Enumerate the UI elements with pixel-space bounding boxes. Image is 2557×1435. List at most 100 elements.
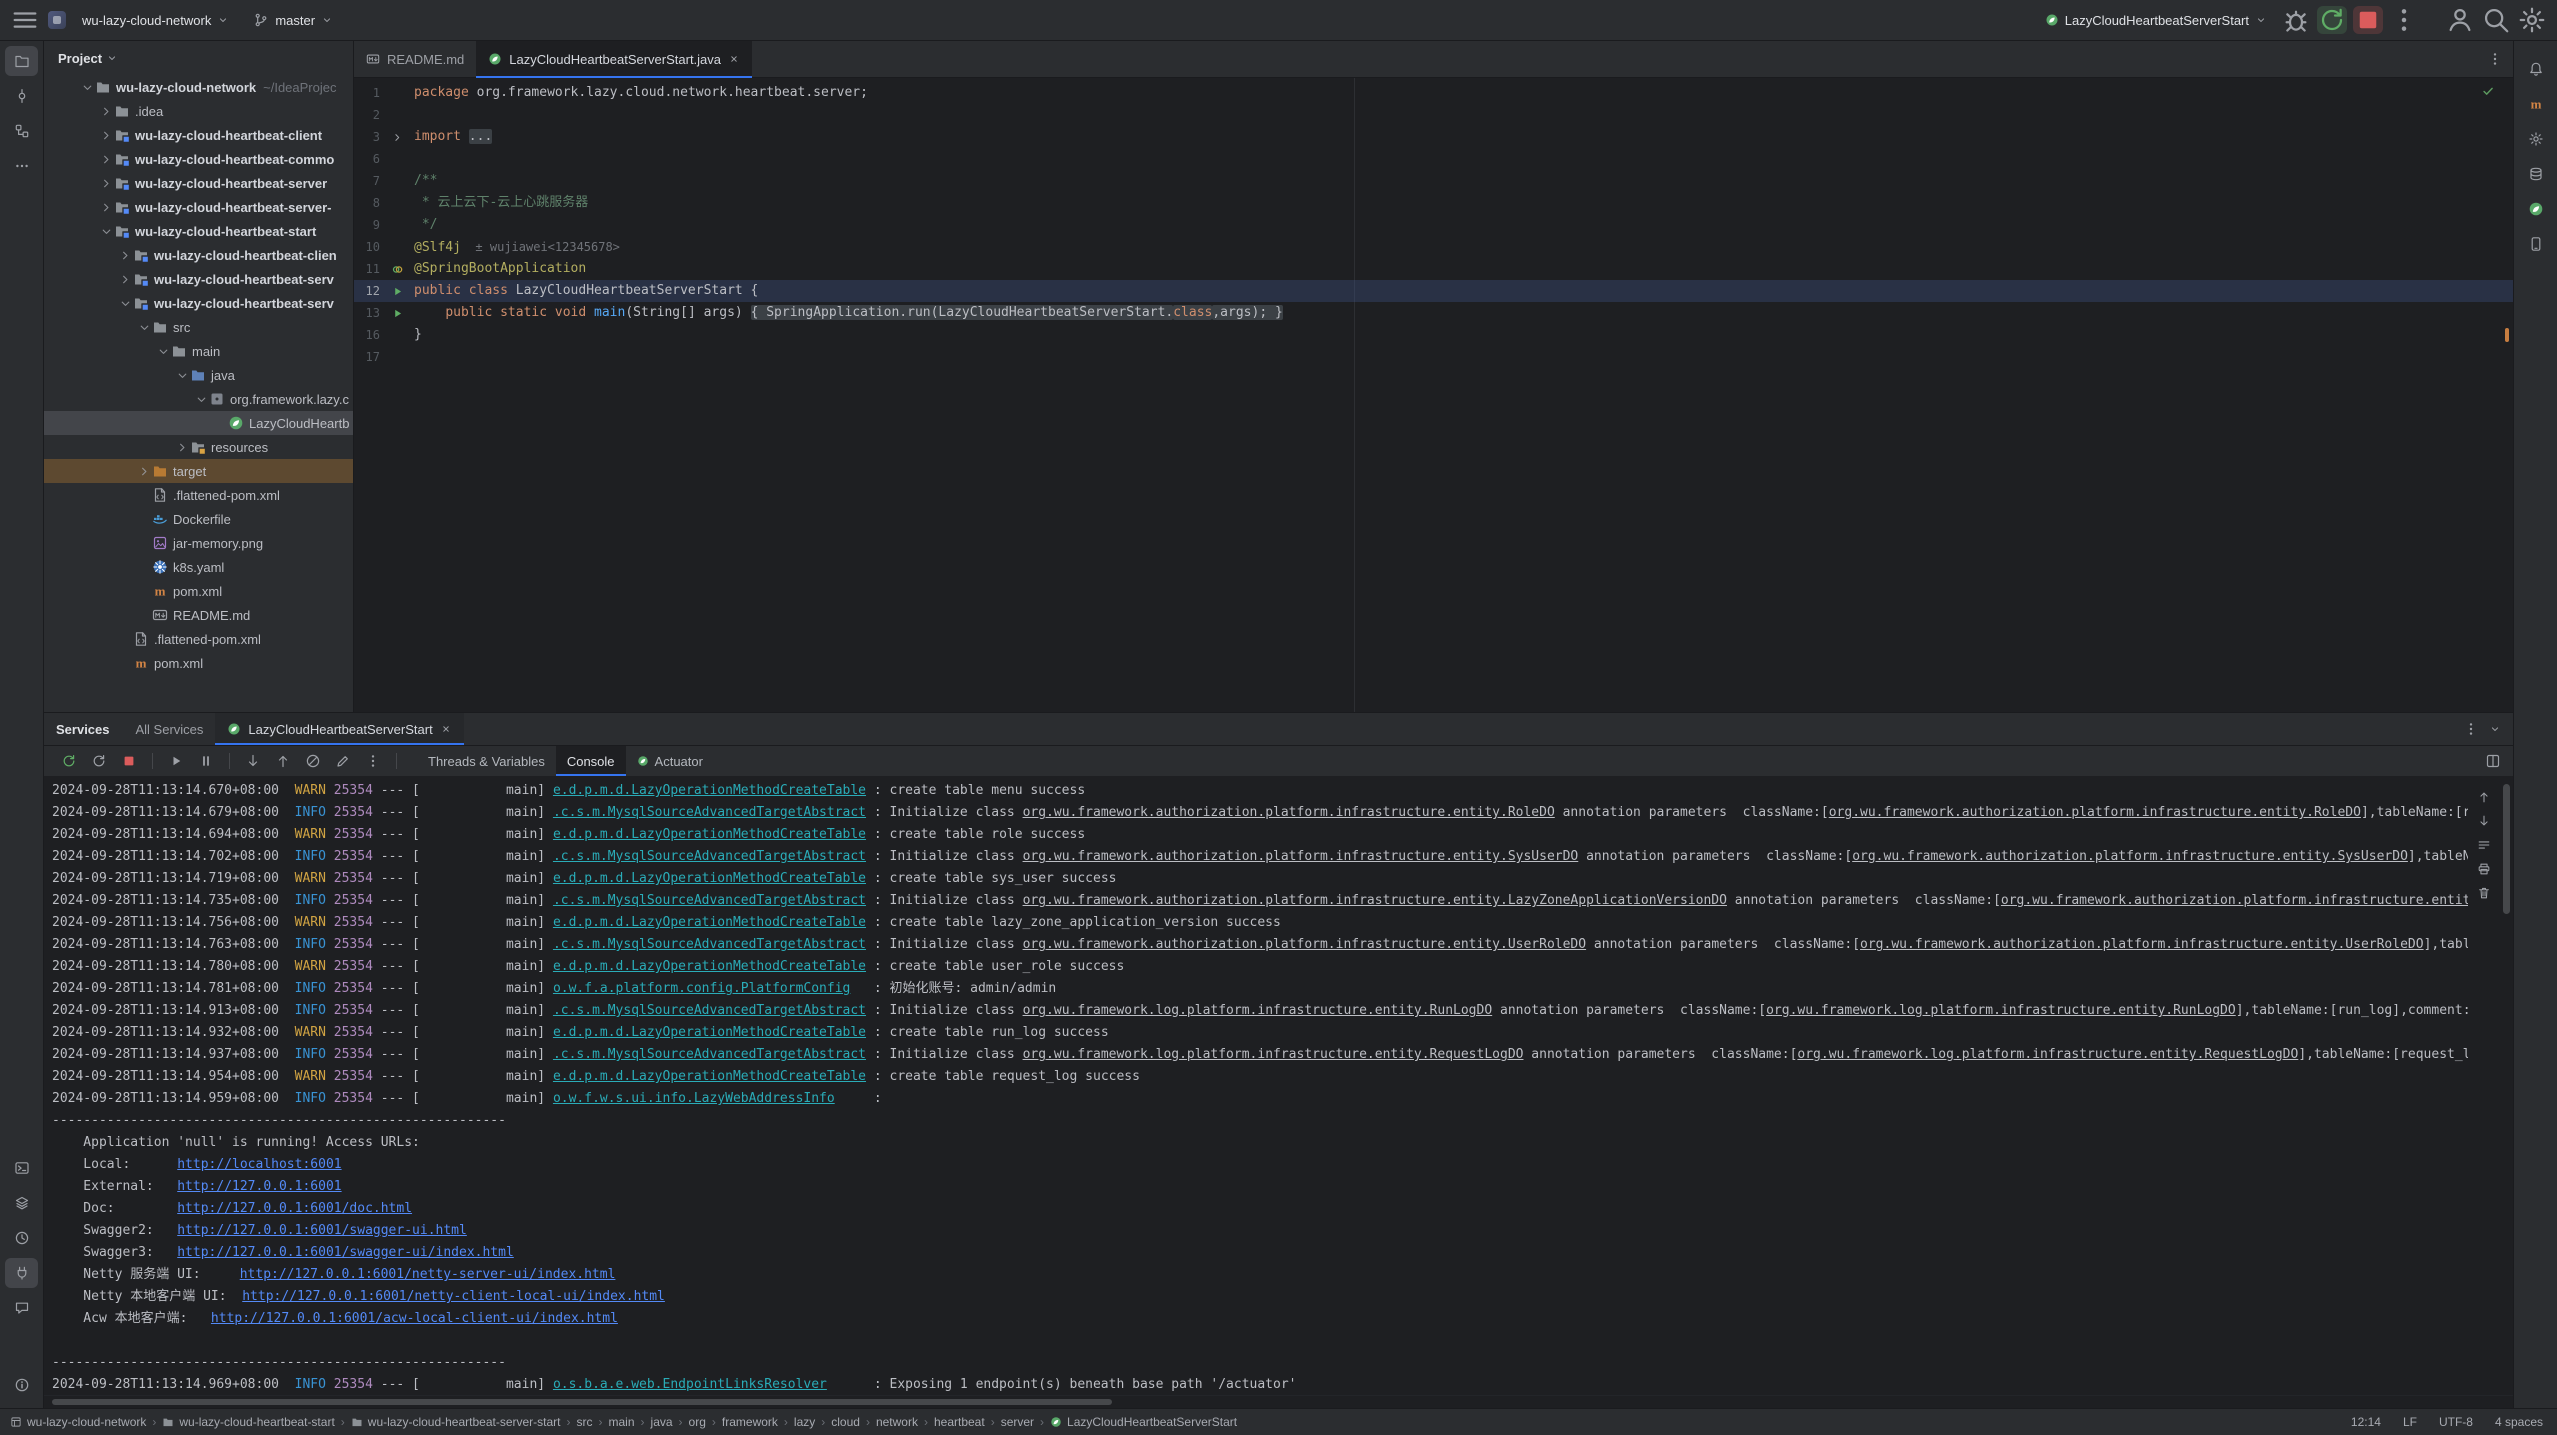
- account-button[interactable]: [2445, 6, 2475, 34]
- tree-item[interactable]: wu-lazy-cloud-heartbeat-server: [44, 171, 353, 195]
- maven-tool-button[interactable]: m: [2519, 89, 2552, 119]
- console-link[interactable]: http://127.0.0.1:6001/acw-local-client-u…: [211, 1311, 618, 1326]
- code-line[interactable]: 3import ...: [354, 126, 2513, 148]
- code-line[interactable]: 6: [354, 148, 2513, 170]
- logger-link[interactable]: .c.s.m.MysqlSourceAdvancedTargetAbstract: [553, 893, 866, 908]
- breadcrumb-item[interactable]: main: [609, 1415, 635, 1429]
- run-console[interactable]: 2024-09-28T11:13:14.670+08:00 WARN 25354…: [44, 776, 2513, 1395]
- chevron-down-icon[interactable]: [156, 344, 171, 359]
- move-down-button[interactable]: [240, 749, 266, 773]
- soft-wrap-icon[interactable]: [2477, 838, 2491, 852]
- chevron-down-icon[interactable]: [175, 368, 190, 383]
- more-button[interactable]: [360, 749, 386, 773]
- project-tool-button[interactable]: [5, 46, 38, 76]
- clear-icon[interactable]: [2477, 886, 2491, 900]
- logger-link[interactable]: e.d.p.m.d.LazyOperationMethodCreateTable: [553, 959, 866, 974]
- breadcrumb-item[interactable]: network: [876, 1415, 918, 1429]
- chevron-down-icon[interactable]: [99, 224, 114, 239]
- console-link[interactable]: http://127.0.0.1:6001/swagger-ui/index.h…: [177, 1245, 514, 1260]
- console-vertical-scrollbar[interactable]: [2503, 784, 2510, 914]
- tree-item[interactable]: Dockerfile: [44, 507, 353, 531]
- breadcrumb-item[interactable]: java: [651, 1415, 673, 1429]
- editor-tab-options-icon[interactable]: [2487, 51, 2503, 67]
- tree-item[interactable]: README.md: [44, 603, 353, 627]
- breadcrumb-item[interactable]: wu-lazy-cloud-heartbeat-start: [162, 1415, 334, 1429]
- stop-button[interactable]: [116, 749, 142, 773]
- tree-item[interactable]: k8s.yaml: [44, 555, 353, 579]
- tree-item[interactable]: jar-memory.png: [44, 531, 353, 555]
- device-tool-button[interactable]: [2519, 229, 2552, 259]
- profiler-tool-button[interactable]: [5, 1223, 38, 1253]
- run-more-options-button[interactable]: [2389, 6, 2419, 34]
- console-link[interactable]: http://127.0.0.1:6001/netty-client-local…: [242, 1289, 665, 1304]
- project-avatar[interactable]: [48, 11, 66, 29]
- settings-button[interactable]: [2517, 6, 2547, 34]
- code-line[interactable]: 10@Slf4j ± wujiawei<12345678>: [354, 236, 2513, 258]
- code-line[interactable]: 1package org.framework.lazy.cloud.networ…: [354, 82, 2513, 104]
- tree-item[interactable]: mpom.xml: [44, 579, 353, 603]
- logger-link[interactable]: o.w.f.a.platform.config.PlatformConfig: [553, 981, 850, 996]
- console-link[interactable]: http://127.0.0.1:6001/doc.html: [177, 1201, 412, 1216]
- logger-link[interactable]: e.d.p.m.d.LazyOperationMethodCreateTable: [553, 915, 866, 930]
- inspections-widget[interactable]: [2481, 84, 2495, 98]
- line-separator-indicator[interactable]: LF: [2403, 1415, 2417, 1429]
- code-line[interactable]: 2: [354, 104, 2513, 126]
- breadcrumb-item[interactable]: lazy: [794, 1415, 815, 1429]
- logger-link[interactable]: .c.s.m.MysqlSourceAdvancedTargetAbstract: [553, 1047, 866, 1062]
- code-editor[interactable]: 1package org.framework.lazy.cloud.networ…: [354, 78, 2513, 712]
- chevron-right-icon[interactable]: [175, 440, 190, 455]
- close-tab-icon[interactable]: [440, 723, 452, 735]
- code-line[interactable]: 16}: [354, 324, 2513, 346]
- tree-item[interactable]: .idea: [44, 99, 353, 123]
- chevron-right-icon[interactable]: [99, 128, 114, 143]
- logger-link[interactable]: e.d.p.m.d.LazyOperationMethodCreateTable: [553, 1025, 866, 1040]
- breadcrumb-item[interactable]: src: [577, 1415, 593, 1429]
- tree-item[interactable]: LazyCloudHeartb: [44, 411, 353, 435]
- logger-link[interactable]: o.s.b.a.e.web.EndpointLinksResolver: [553, 1377, 827, 1392]
- structure-tool-button[interactable]: [5, 116, 38, 146]
- main-menu-icon[interactable]: [10, 6, 40, 34]
- chevron-right-icon[interactable]: [118, 248, 133, 263]
- tree-item[interactable]: wu-lazy-cloud-heartbeat-commo: [44, 147, 353, 171]
- logger-link[interactable]: .c.s.m.MysqlSourceAdvancedTargetAbstract: [553, 805, 866, 820]
- notifications-tool-button[interactable]: [2519, 54, 2552, 84]
- tree-item[interactable]: wu-lazy-cloud-heartbeat-start: [44, 219, 353, 243]
- run-line-icon[interactable]: [391, 285, 404, 298]
- tree-item[interactable]: resources: [44, 435, 353, 459]
- logger-link[interactable]: e.d.p.m.d.LazyOperationMethodCreateTable: [553, 827, 866, 842]
- console-view-tab[interactable]: Actuator: [626, 746, 714, 776]
- tree-item[interactable]: target: [44, 459, 353, 483]
- project-selector[interactable]: wu-lazy-cloud-network: [74, 6, 237, 34]
- resume-button[interactable]: [163, 749, 189, 773]
- tree-item[interactable]: mpom.xml: [44, 651, 353, 675]
- services-tab[interactable]: All Services: [124, 713, 216, 745]
- code-line[interactable]: 9 */: [354, 214, 2513, 236]
- search-everywhere-button[interactable]: [2481, 6, 2511, 34]
- hide-tool-window-icon[interactable]: [2489, 723, 2501, 735]
- code-line[interactable]: 12public class LazyCloudHeartbeatServerS…: [354, 280, 2513, 302]
- fold-region-icon[interactable]: [391, 131, 404, 144]
- logger-link[interactable]: o.w.f.w.s.ui.info.LazyWebAddressInfo: [553, 1091, 835, 1106]
- breadcrumb-item[interactable]: framework: [722, 1415, 778, 1429]
- tree-item[interactable]: wu-lazy-cloud-heartbeat-serv: [44, 267, 353, 291]
- scroll-to-end-icon[interactable]: [2477, 814, 2491, 828]
- database-tool-button[interactable]: [2519, 159, 2552, 189]
- console-link[interactable]: http://127.0.0.1:6001: [177, 1179, 341, 1194]
- spring-tool-button[interactable]: [2519, 194, 2552, 224]
- spring-bean-icon[interactable]: [391, 263, 404, 276]
- move-up-button[interactable]: [270, 749, 296, 773]
- chevron-right-icon[interactable]: [99, 200, 114, 215]
- project-panel-header[interactable]: Project: [44, 41, 353, 75]
- tree-item[interactable]: wu-lazy-cloud-heartbeat-server-: [44, 195, 353, 219]
- problems-tool-button[interactable]: [5, 1370, 38, 1400]
- debug-button[interactable]: [2281, 6, 2311, 34]
- tree-item[interactable]: java: [44, 363, 353, 387]
- breadcrumb-item[interactable]: org: [689, 1415, 706, 1429]
- tree-item[interactable]: wu-lazy-cloud-heartbeat-client: [44, 123, 353, 147]
- chevron-right-icon[interactable]: [137, 464, 152, 479]
- more-tool-button[interactable]: [5, 151, 38, 181]
- logger-link[interactable]: e.d.p.m.d.LazyOperationMethodCreateTable: [553, 1069, 866, 1084]
- logger-link[interactable]: e.d.p.m.d.LazyOperationMethodCreateTable: [553, 871, 866, 886]
- chevron-right-icon[interactable]: [118, 272, 133, 287]
- services-tab[interactable]: LazyCloudHeartbeatServerStart: [215, 713, 463, 745]
